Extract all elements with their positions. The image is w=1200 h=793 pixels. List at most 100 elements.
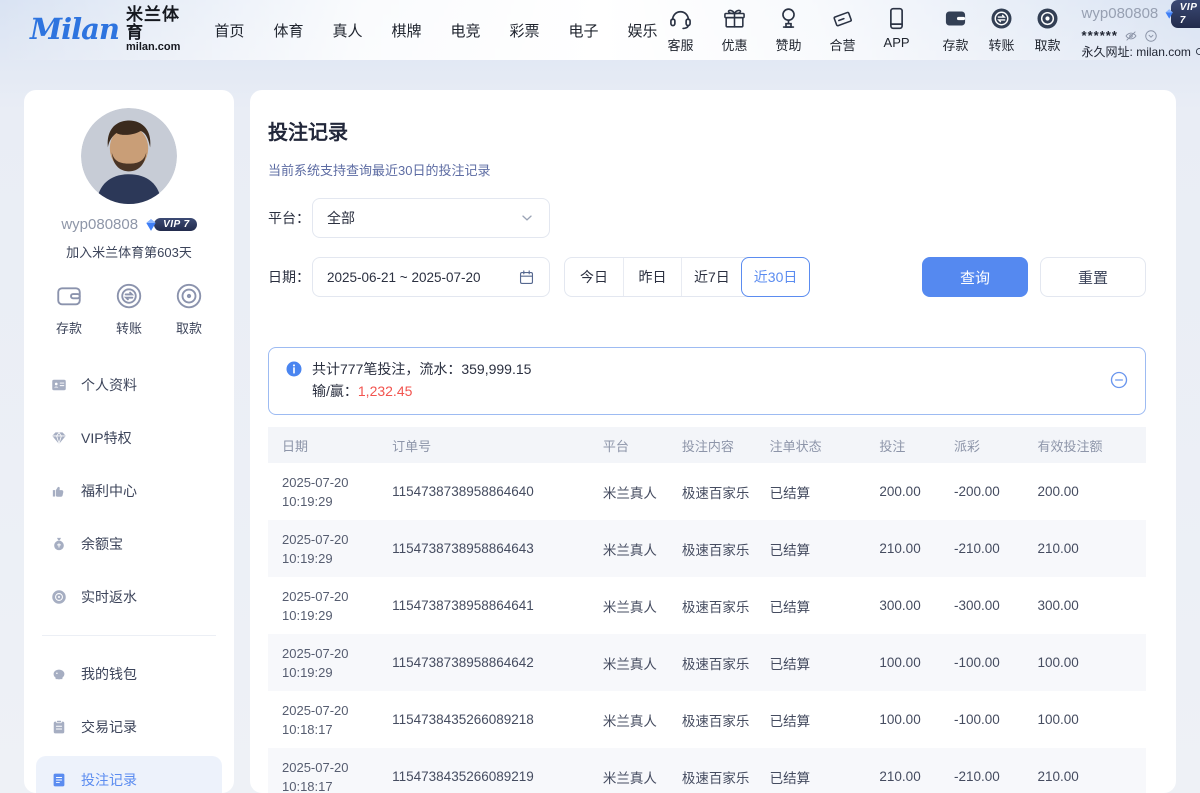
header-user-block: wyp080808 VIP 7 ****** 永久网址: milan.com (1082, 0, 1200, 60)
menu-item-label: 投注记录 (81, 770, 137, 790)
nav-item[interactable]: 真人 (332, 20, 362, 41)
magnifier-icon[interactable] (1194, 46, 1200, 58)
cell-platform: 米兰真人 (593, 577, 672, 634)
table-row: 2025-07-20 10:18:17 1154738435266089219 … (268, 748, 1146, 793)
avatar[interactable] (81, 108, 177, 204)
reset-button[interactable]: 重置 (1040, 257, 1146, 297)
quick-item-icon (884, 6, 909, 31)
calendar-icon (518, 269, 535, 286)
bet-records-panel: 投注记录 当前系统支持查询最近30日的投注记录 平台： 全部 日期： 2025-… (250, 90, 1176, 793)
sidebar-quick-action[interactable]: 转账 (114, 281, 144, 337)
header-quick-item[interactable]: 合营 (820, 6, 866, 54)
search-button[interactable]: 查询 (922, 257, 1028, 297)
header-quick-item[interactable]: 存款 (936, 6, 976, 54)
date-filter-label: 日期： (268, 267, 312, 287)
cell-bet-content: 极速百家乐 (672, 520, 760, 577)
table-header-cell: 平台 (593, 427, 672, 463)
bet-records-table: 日期 订单号 平台 投注内容 注单状态 投注 派彩 有效投注额 2025-07-… (268, 427, 1146, 793)
nav-item[interactable]: 首页 (214, 20, 244, 41)
nav-item[interactable]: 体育 (273, 20, 303, 41)
chevron-down-icon (519, 210, 535, 226)
username: wyp080808 (1082, 4, 1159, 24)
nav-item[interactable]: 娱乐 (628, 20, 658, 41)
cell-platform: 米兰真人 (593, 691, 672, 748)
sidebar-quick-action[interactable]: 存款 (54, 281, 84, 337)
quick-item-label: 合营 (830, 38, 856, 53)
vip-badge[interactable]: VIP 7 (1163, 0, 1200, 28)
nav-item[interactable]: 电子 (569, 20, 599, 41)
header-quick-item[interactable]: 转账 (982, 6, 1022, 54)
header-quick-item[interactable]: 取款 (1028, 6, 1068, 54)
table-header-cell: 投注内容 (672, 427, 760, 463)
cell-bet-amount: 100.00 (869, 634, 944, 691)
sidebar-quick-actions: 存款 转账 取款 (36, 281, 222, 337)
menu-item-icon (50, 588, 68, 606)
vip-badge[interactable]: VIP 7 (143, 217, 197, 233)
quick-item-icon (989, 6, 1014, 31)
chevron-circle-icon[interactable] (1144, 29, 1158, 43)
header-quick-item[interactable]: 客服 (658, 6, 704, 54)
table-row: 2025-07-20 10:18:17 1154738435266089218 … (268, 691, 1146, 748)
menu-item-icon (50, 429, 68, 447)
table-header-cell: 派彩 (944, 427, 1027, 463)
cell-status: 已结算 (760, 748, 870, 793)
vip-gem-icon (143, 217, 159, 233)
date-quick-range-button[interactable]: 近30日 (741, 257, 811, 297)
cell-bet-amount: 210.00 (869, 520, 944, 577)
date-quick-range-button[interactable]: 今日 (565, 258, 623, 296)
date-quick-range-button[interactable]: 昨日 (623, 258, 681, 296)
cell-bet-content: 极速百家乐 (672, 748, 760, 793)
sidebar-menu-item[interactable]: VIP特权 (36, 414, 222, 462)
header-quick-item[interactable]: 优惠 (712, 6, 758, 54)
nav-item[interactable]: 彩票 (510, 20, 540, 41)
cell-payout: -210.00 (944, 520, 1027, 577)
cell-status: 已结算 (760, 520, 870, 577)
nav-item[interactable]: 棋牌 (391, 20, 421, 41)
cell-payout: -200.00 (944, 463, 1027, 520)
cell-order-id: 1154738738958864642 (382, 634, 593, 691)
sidebar-menu-item[interactable]: 余额宝 (36, 520, 222, 568)
cell-order-id: 1154738738958864643 (382, 520, 593, 577)
site-logo[interactable]: Milan 米兰体育 milan.com (30, 6, 180, 53)
cell-valid-amount: 100.00 (1027, 634, 1146, 691)
quick-item-icon (776, 6, 801, 31)
cell-status: 已结算 (760, 463, 870, 520)
table-header-row: 日期 订单号 平台 投注内容 注单状态 投注 派彩 有效投注额 (268, 427, 1146, 463)
collapse-icon[interactable] (1109, 370, 1129, 390)
date-quick-range-button[interactable]: 近7日 (681, 258, 742, 296)
cell-valid-amount: 300.00 (1027, 577, 1146, 634)
menu-item-icon (50, 771, 68, 789)
eye-off-icon[interactable] (1124, 29, 1138, 43)
sidebar: wyp080808 VIP 7 加入米兰体育第603天 存款 转账 取款 个人资… (24, 90, 234, 793)
cell-date: 2025-07-20 10:19:29 (268, 577, 382, 634)
summary-banner: 共计777笔投注，流水：359,999.15 输/赢：1,232.45 (268, 347, 1146, 415)
header-quick-item[interactable]: 赞助 (766, 6, 812, 54)
quick-item-label: 优惠 (722, 38, 748, 53)
nav-item[interactable]: 电竞 (450, 20, 480, 41)
cell-payout: -210.00 (944, 748, 1027, 793)
platform-select[interactable]: 全部 (312, 198, 550, 238)
sidebar-menu-item[interactable]: 个人资料 (36, 361, 222, 409)
main-nav: 首页 体育 真人 棋牌 电竞 彩票 电子 娱乐 (214, 20, 657, 41)
sidebar-menu-item[interactable]: 我的钱包 (36, 650, 222, 698)
sidebar-quick-action[interactable]: 取款 (174, 281, 204, 337)
cell-bet-amount: 300.00 (869, 577, 944, 634)
winloss-value: 1,232.45 (358, 383, 413, 399)
sidebar-menu-item[interactable]: 福利中心 (36, 467, 222, 515)
menu-item-label: 实时返水 (81, 587, 137, 607)
sidebar-menu-item[interactable]: 投注记录 (36, 756, 222, 793)
date-range-input[interactable]: 2025-06-21 ~ 2025-07-20 (312, 257, 550, 297)
sidebar-menu-item[interactable]: 交易记录 (36, 703, 222, 751)
quick-item-label: 取款 (1035, 38, 1061, 53)
cell-date: 2025-07-20 10:19:29 (268, 520, 382, 577)
cell-order-id: 1154738435266089218 (382, 691, 593, 748)
header-quick-item[interactable]: APP (874, 6, 920, 54)
summary-totals: 共计777笔投注，流水：359,999.15 (312, 358, 531, 380)
table-header-cell: 有效投注额 (1027, 427, 1146, 463)
username: wyp080808 (61, 216, 138, 233)
cell-status: 已结算 (760, 691, 870, 748)
sidebar-menu-item[interactable]: 实时返水 (36, 573, 222, 621)
page-title: 投注记录 (268, 116, 1146, 145)
cell-date: 2025-07-20 10:18:17 (268, 748, 382, 793)
table-header-cell: 订单号 (382, 427, 593, 463)
